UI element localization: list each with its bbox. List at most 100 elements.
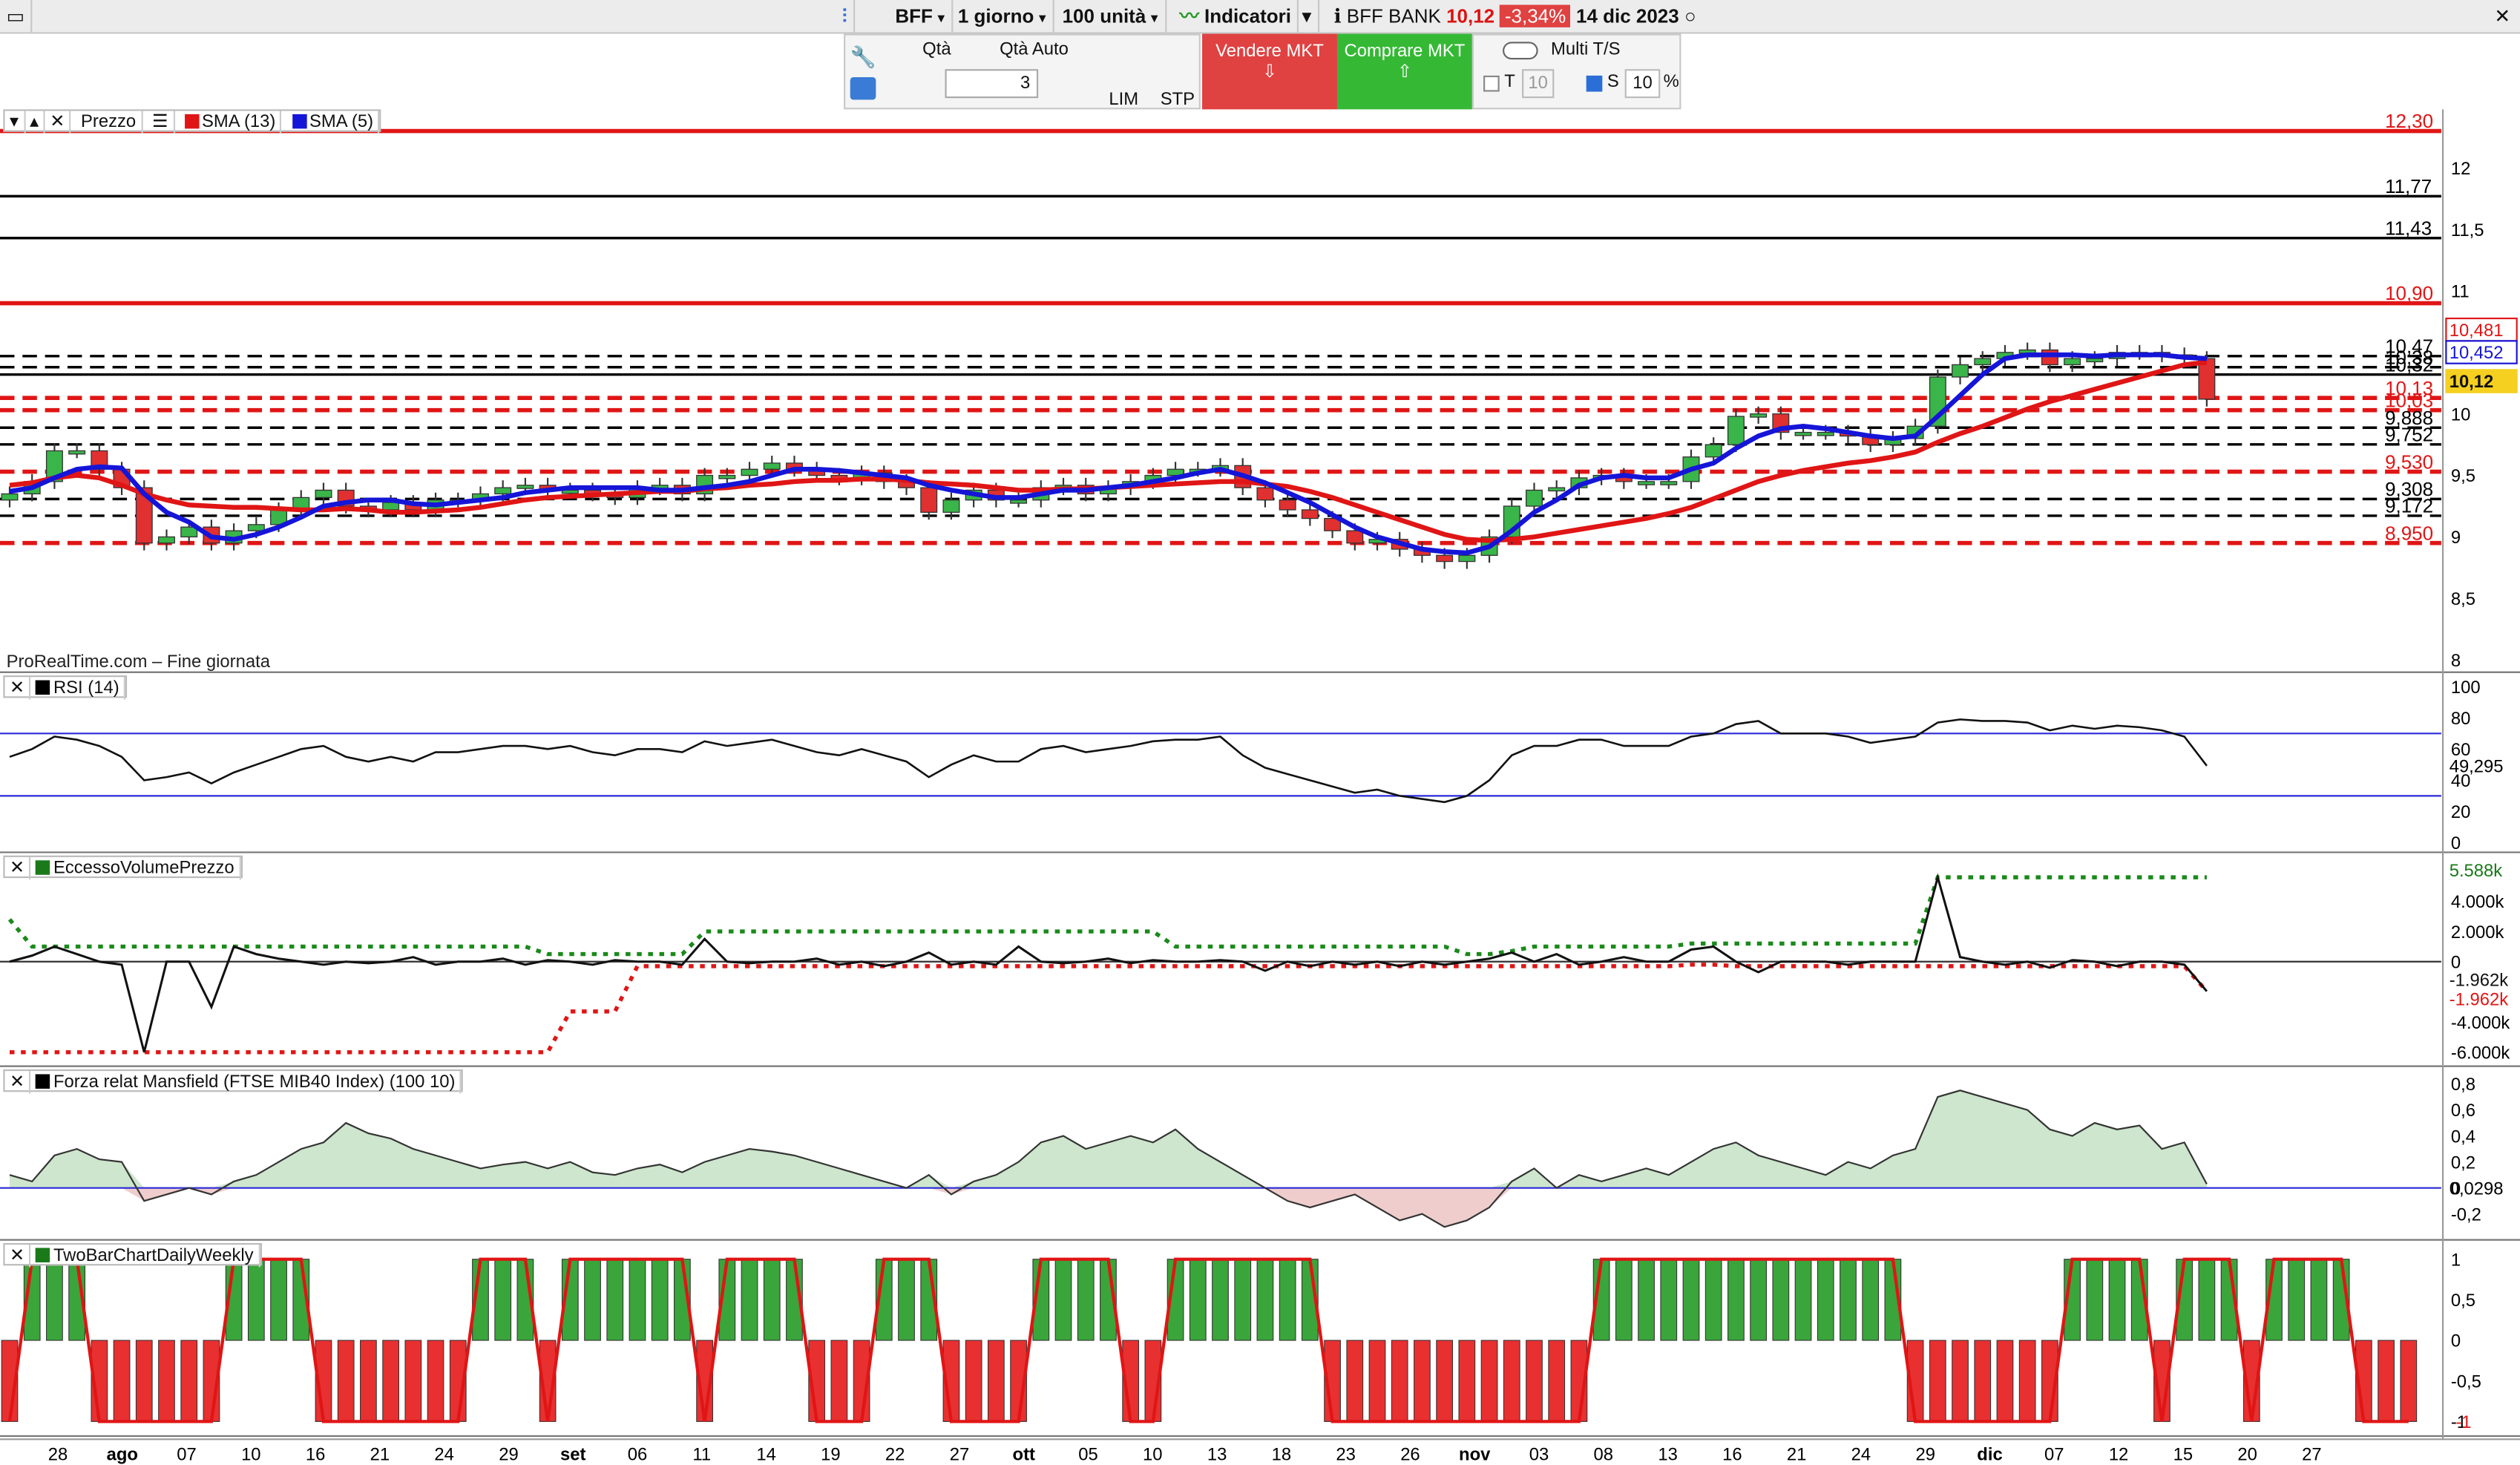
twobar-bar	[46, 1259, 63, 1341]
mansfield-axis-tick: 0,6	[2451, 1101, 2475, 1121]
twobar-bar	[1212, 1259, 1229, 1341]
rsi-legend-label[interactable]: RSI (14)	[31, 677, 126, 700]
sma5-line	[9, 352, 2208, 556]
mansfield-legend-label[interactable]: Forza relat Mansfield (FTSE MIB40 Index)…	[31, 1071, 462, 1094]
legend-list-icon[interactable]: ☰	[148, 111, 175, 134]
t-checkbox[interactable]	[1483, 75, 1500, 92]
price-axis-tick: 9,5	[2451, 466, 2475, 486]
x-axis-label: 10	[241, 1444, 260, 1464]
x-axis-label: set	[560, 1444, 585, 1464]
candle	[1346, 530, 1364, 544]
buy-market-button[interactable]: Comprare MKT ⇧	[1336, 33, 1472, 110]
twobar-bar	[2153, 1340, 2170, 1422]
candle	[965, 489, 982, 501]
indicators-button[interactable]: 〰 Indicatori	[1173, 0, 1299, 34]
evp-axis-tick: -4.000k	[2451, 1013, 2510, 1033]
remove-icon[interactable]: ✕	[45, 111, 71, 134]
twobar-bar	[1, 1340, 19, 1422]
candle	[516, 485, 534, 489]
units-label: 100 unità	[1062, 4, 1146, 27]
hline-label: 10,90	[2385, 282, 2433, 304]
qty-input[interactable]: 3	[945, 69, 1039, 99]
twobar-legend-label[interactable]: TwoBarChartDailyWeekly	[31, 1245, 260, 1268]
qty-label: Qtà	[922, 40, 951, 60]
price-tag	[2445, 340, 2518, 364]
multi-ts-toggle[interactable]	[1503, 42, 1538, 60]
prorealtime-window: ▭ ⫶ BFF ▾ 1 giorno ▾ 100 unità ▾ 〰 Indicato…	[0, 0, 2520, 1465]
twobar-bar	[2332, 1259, 2350, 1341]
twobar-bar	[382, 1340, 399, 1422]
s-pct-label: %	[1663, 72, 1679, 92]
candle	[1592, 474, 1610, 479]
sell-market-button[interactable]: Vendere MKT ⇩	[1202, 33, 1337, 110]
t-label: T	[1504, 72, 1515, 92]
legend-price[interactable]: Prezzo	[76, 111, 142, 134]
wrench-icon[interactable]: 🔧	[850, 45, 876, 71]
twobar-bar	[2265, 1259, 2283, 1341]
candle	[1436, 554, 1454, 563]
change-badge: -3,34%	[1500, 4, 1571, 27]
legend-sma5[interactable]: SMA (5)	[287, 111, 380, 134]
twobar-bar	[875, 1259, 893, 1341]
x-axis-label: 12	[2109, 1444, 2128, 1464]
twobar-bar	[1996, 1340, 2014, 1422]
x-axis-label: 22	[885, 1444, 905, 1464]
sell-icon: ⇩	[1262, 62, 1277, 82]
indicators-chevron[interactable]: ▾	[1296, 0, 1320, 34]
s-checkbox[interactable]	[1586, 75, 1603, 92]
close-icon[interactable]: ✕	[2488, 0, 2517, 34]
twobar-bar	[1570, 1340, 1588, 1422]
candle	[1929, 376, 1946, 427]
candle	[942, 499, 960, 513]
twobar-bar	[158, 1340, 175, 1422]
twobar-bar	[494, 1259, 512, 1341]
twobar-bar	[965, 1340, 982, 1422]
evp-legend-label[interactable]: EccessoVolumePrezzo	[31, 856, 241, 880]
candle	[2130, 352, 2148, 356]
hline-label: 10,38	[2385, 346, 2433, 368]
hline-label: 10,32	[2385, 353, 2433, 376]
hline-label: 10,13	[2385, 377, 2433, 399]
x-axis-label: 23	[1336, 1444, 1355, 1464]
rsi-axis-tick: 0	[2451, 833, 2461, 853]
legend-sma13[interactable]: SMA (13)	[180, 111, 282, 134]
rsi-remove-icon[interactable]: ✕	[4, 677, 31, 700]
mansfield-axis-tick: 0	[2451, 1179, 2461, 1199]
twobar-bar	[2108, 1259, 2126, 1341]
twobar-remove-icon[interactable]: ✕	[4, 1245, 31, 1268]
candle	[853, 472, 870, 479]
twobar-bar	[2018, 1340, 2036, 1422]
timeframe-label: 1 giorno	[957, 4, 1034, 27]
twobar-bar	[1974, 1340, 1992, 1422]
info-icon[interactable]: ℹ	[1334, 5, 1342, 27]
lim-button[interactable]: LIM	[1109, 90, 1138, 109]
candle	[920, 487, 938, 513]
twobar-bar	[1929, 1340, 1946, 1422]
menu-icon[interactable]: ▭	[0, 0, 33, 34]
expand-icon[interactable]: ▴	[25, 111, 45, 134]
units-select[interactable]: 100 unità ▾	[1056, 0, 1167, 34]
sma13-label: SMA (13)	[202, 112, 276, 132]
symbol-select[interactable]: BFF ▾	[889, 0, 954, 34]
t-value-input[interactable]: 10	[1522, 69, 1555, 99]
twobar-bar	[2041, 1340, 2058, 1422]
twobar-bar	[2176, 1259, 2193, 1341]
candle	[875, 472, 893, 482]
mansfield-remove-icon[interactable]: ✕	[4, 1071, 31, 1094]
candle	[1189, 468, 1207, 473]
buy-icon: ⇧	[1397, 62, 1412, 82]
symbol-label: BFF	[895, 4, 933, 27]
candle	[2176, 354, 2193, 359]
s-value-input[interactable]: 10	[1624, 69, 1661, 99]
twobar-bar	[1660, 1259, 1678, 1341]
stp-button[interactable]: STP	[1161, 90, 1195, 109]
twobar-bar	[741, 1259, 758, 1341]
keyboard-icon[interactable]	[850, 77, 876, 100]
collapse-icon[interactable]: ▾	[4, 111, 25, 134]
timeframe-select[interactable]: 1 giorno ▾	[951, 0, 1054, 34]
chart-type-icon[interactable]: ⫶	[836, 0, 856, 34]
twobar-bar	[1704, 1259, 1722, 1341]
x-axis-label: 27	[950, 1444, 969, 1464]
twobar-bar	[1144, 1340, 1162, 1422]
evp-remove-icon[interactable]: ✕	[4, 856, 31, 880]
